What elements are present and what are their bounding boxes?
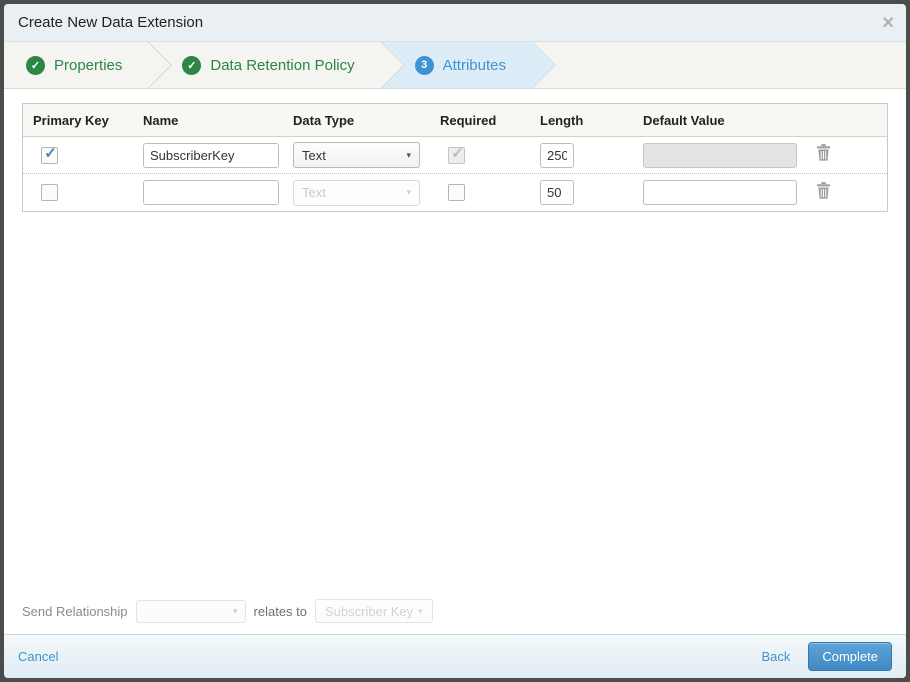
trash-icon <box>816 144 831 161</box>
send-relationship-select: ▾ <box>135 599 246 623</box>
col-header-data-type: Data Type <box>293 112 355 128</box>
chevron-down-icon: ▾ <box>406 187 411 197</box>
step-number-icon: 3 <box>414 55 434 75</box>
required-checkbox[interactable]: ✓ <box>448 184 465 201</box>
attributes-table: Primary Key Name Data Type Required Leng… <box>22 103 888 212</box>
dialog-title: Create New Data Extension <box>18 14 204 31</box>
dialog-content: Primary Key Name Data Type Required Leng… <box>4 89 906 634</box>
subscriber-key-dropdown: Subscriber Key ▾ <box>315 599 433 623</box>
relates-to-label: relates to <box>253 603 308 619</box>
trash-icon <box>816 181 831 199</box>
default-value-input <box>643 142 797 168</box>
col-header-length: Length <box>540 112 584 128</box>
table-row: ✓ Text ▾ ✓ <box>23 137 887 174</box>
primary-key-checkbox[interactable]: ✓ <box>41 144 58 164</box>
wizard-step-properties[interactable]: ✓ Properties <box>4 42 149 88</box>
length-input[interactable] <box>540 180 574 205</box>
chevron-down-icon: ▾ <box>233 605 238 616</box>
dialog-titlebar: Create New Data Extension × <box>4 4 906 42</box>
delete-row-button[interactable] <box>816 144 831 161</box>
selected-data-type: Text <box>302 147 326 163</box>
check-circle-icon: ✓ <box>182 55 202 75</box>
chevron-down-icon: ▾ <box>406 149 411 160</box>
checkmark-icon: ✓ <box>44 144 57 162</box>
step-label: Data Retention Policy <box>210 56 355 74</box>
length-input[interactable] <box>540 142 574 168</box>
send-relationship-row: Send Relationship ▾ relates to Subscribe… <box>22 594 888 634</box>
delete-row-button[interactable] <box>816 181 831 199</box>
create-data-extension-dialog: Create New Data Extension × ✓ Properties… <box>0 0 910 682</box>
name-input[interactable] <box>143 180 279 205</box>
cancel-link[interactable]: Cancel <box>18 649 58 664</box>
wizard-steps: ✓ Properties ✓ Data Retention Policy 3 A… <box>4 42 906 89</box>
required-checkbox: ✓ <box>448 144 465 164</box>
data-type-select: Text ▾ <box>293 179 420 206</box>
dialog-footer: Cancel Back Complete <box>4 634 906 678</box>
wizard-step-data-retention-policy[interactable]: ✓ Data Retention Policy <box>148 42 381 88</box>
complete-button[interactable]: Complete <box>808 642 892 671</box>
table-row: ✓ Text ▾ ✓ <box>23 174 887 211</box>
table-header-row: Primary Key Name Data Type Required Leng… <box>23 104 887 137</box>
step-label: Properties <box>54 56 123 74</box>
back-link[interactable]: Back <box>761 649 790 664</box>
send-relationship-label: Send Relationship <box>22 603 128 619</box>
default-value-input[interactable] <box>643 180 797 205</box>
primary-key-checkbox[interactable]: ✓ <box>41 184 58 201</box>
col-header-default-value: Default Value <box>643 112 725 128</box>
checkmark-icon: ✓ <box>451 144 464 162</box>
step-label: Attributes <box>442 56 506 74</box>
col-header-name: Name <box>143 112 179 128</box>
col-header-primary-key: Primary Key <box>33 112 109 128</box>
subscriber-key-label: Subscriber Key <box>325 603 414 619</box>
chevron-down-icon: ▾ <box>418 605 423 616</box>
data-type-select[interactable]: Text ▾ <box>293 142 420 168</box>
close-icon[interactable]: × <box>882 13 894 33</box>
check-circle-icon: ✓ <box>26 55 45 75</box>
name-input[interactable] <box>143 142 279 168</box>
selected-data-type: Text <box>302 185 326 200</box>
col-header-required: Required <box>440 112 497 128</box>
